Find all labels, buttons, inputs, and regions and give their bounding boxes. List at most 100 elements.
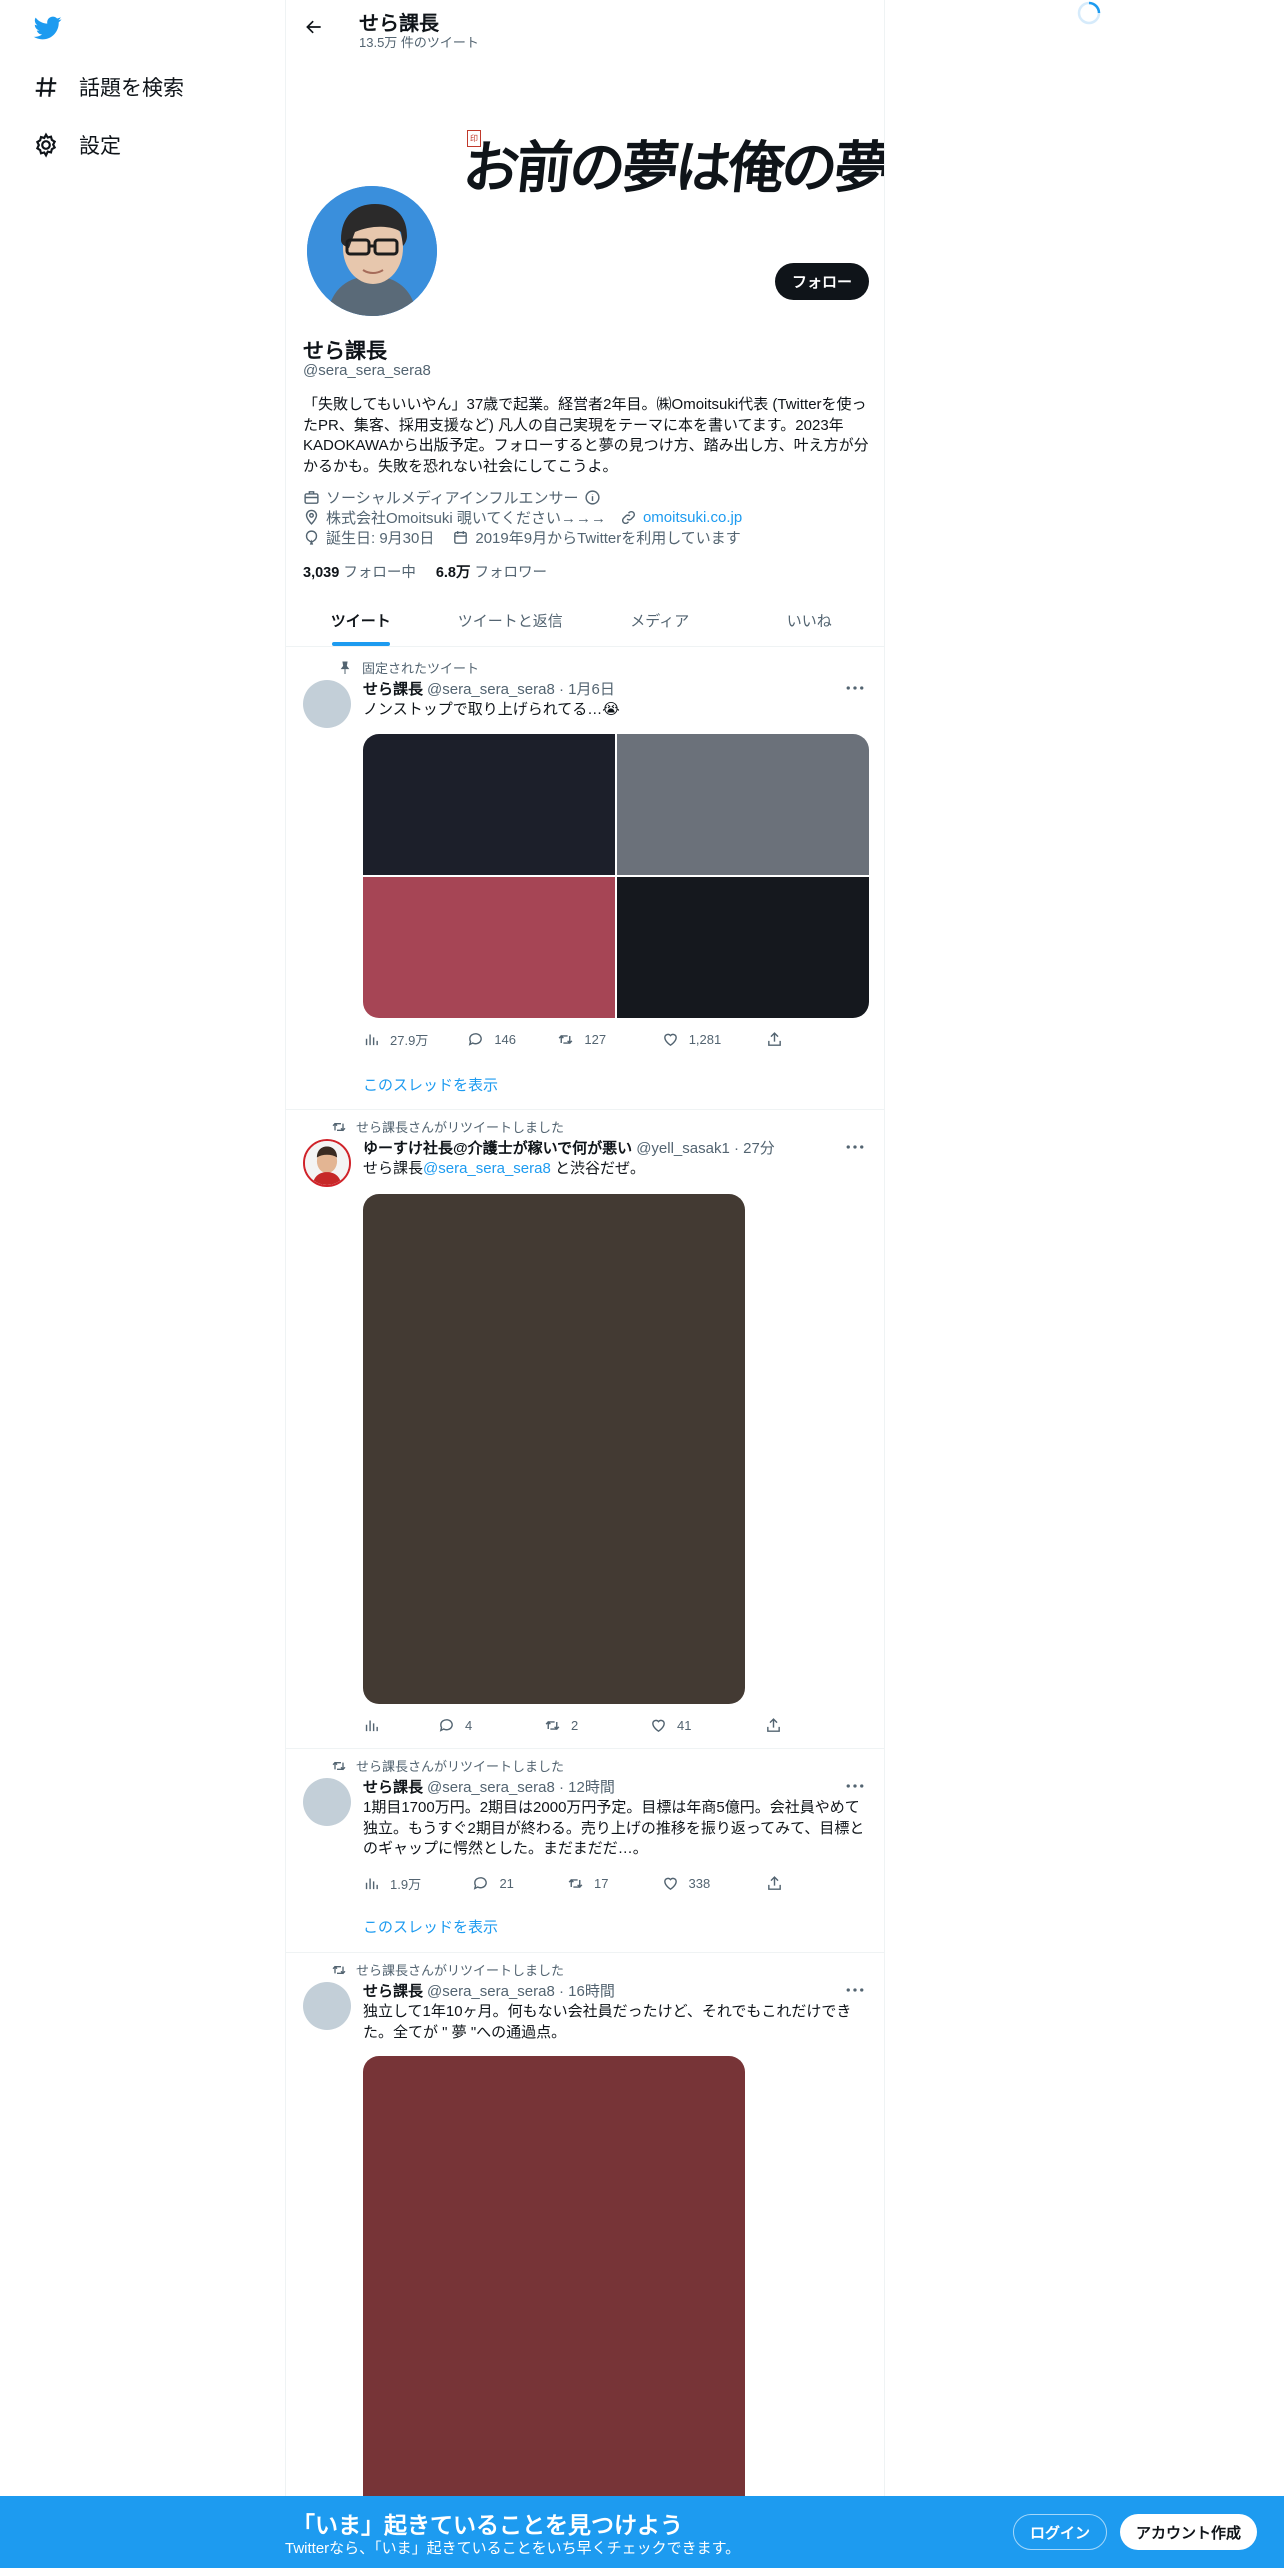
retweet-icon: [568, 1878, 583, 1889]
like-button[interactable]: 1,281: [662, 1030, 766, 1049]
profile-avatar[interactable]: [303, 182, 441, 320]
tab-media[interactable]: メディア: [585, 594, 735, 646]
tab-tweets-replies[interactable]: ツイートと返信: [436, 594, 586, 646]
followers-count: 6.8万: [435, 565, 471, 581]
profile-location-row: 株式会社Omoitsuki 覗いてください→→→ omoitsuki.co.jp: [303, 507, 742, 528]
back-arrow-icon: [306, 20, 321, 34]
mention-link[interactable]: @sera_sera_sera8: [423, 1160, 551, 1177]
avatar[interactable]: [303, 1982, 351, 2030]
tweet-text: 1期目1700万円。2期目は2000万円予定。目標は年商5億円。会社員やめて独立…: [363, 1799, 865, 1857]
author-handle-time[interactable]: @yell_sasak1 · 27分: [636, 1137, 775, 1158]
signup-button[interactable]: アカウント作成: [1120, 2514, 1258, 2550]
reply-button[interactable]: 146: [467, 1030, 557, 1049]
author-handle-time[interactable]: @sera_sera_sera8 · 16時間: [427, 1980, 615, 2001]
tweet-actions: 1.9万 21 17 338: [363, 1874, 783, 1893]
author-name[interactable]: せら課長: [363, 1980, 423, 2001]
retweet-button[interactable]: 127: [557, 1030, 661, 1049]
retweet-button[interactable]: 17: [567, 1874, 662, 1893]
tweet-retweet[interactable]: せら課長さんがリツイートしました せら課長 @sera_sera_sera8 ·…: [286, 1954, 884, 2568]
more-icon[interactable]: [844, 681, 866, 695]
social-context-label: せら課長さんがリツイートしました: [356, 1963, 565, 1978]
login-button[interactable]: ログイン: [1013, 2514, 1108, 2550]
views-button[interactable]: [363, 1717, 438, 1734]
author-name[interactable]: せら課長: [363, 678, 423, 699]
profile-column: せら課長 13.5万 件のツイート 印 お前の夢は俺の夢 フォロー せら課長 @…: [285, 0, 885, 2568]
show-thread-link[interactable]: このスレッドを表示: [363, 1074, 498, 1095]
author-handle-time[interactable]: @sera_sera_sera8 · 12時間: [427, 1776, 615, 1797]
back-button[interactable]: [299, 12, 329, 42]
nav-explore-label: 話題を検索: [79, 77, 184, 100]
follow-button[interactable]: フォロー: [774, 263, 869, 300]
tweet-text: せら課長@sera_sera_sera8 と渋谷だぜ。: [363, 1159, 869, 1180]
retweet-icon: [545, 1720, 560, 1731]
more-icon[interactable]: [844, 1779, 866, 1793]
hashtag-icon: [35, 77, 57, 97]
views-button[interactable]: 1.9万: [363, 1874, 472, 1893]
tweet-photo[interactable]: [617, 734, 869, 875]
author-handle-time[interactable]: @sera_sera_sera8 · 1月6日: [427, 678, 615, 699]
like-button[interactable]: 338: [662, 1874, 766, 1893]
link-icon: [621, 510, 635, 525]
tweet-text-prefix: せら課長: [363, 1160, 424, 1177]
tweet-photo[interactable]: [363, 877, 615, 1018]
retweet-icon: [559, 1034, 573, 1045]
pin-icon: [340, 661, 350, 674]
more-icon[interactable]: [844, 1140, 866, 1154]
tweet-header: せら課長 @sera_sera_sera8 · 16時間: [363, 1980, 615, 2001]
reply-button[interactable]: 21: [472, 1874, 567, 1893]
tweet-pinned[interactable]: 固定されたツイート せら課長 @sera_sera_sera8 · 1月6日 ノ…: [286, 648, 884, 1110]
nav-settings[interactable]: 設定: [33, 130, 121, 160]
retweet-button[interactable]: 2: [544, 1717, 650, 1734]
tweet-photo[interactable]: [363, 2056, 745, 2568]
joined-label: 2019年9月からTwitterを利用しています: [475, 530, 741, 547]
social-context-label: 固定されたツイート: [362, 661, 480, 676]
avatar[interactable]: [303, 1778, 351, 1826]
share-button[interactable]: [766, 1030, 783, 1049]
profile-handle: @sera_sera_sera8: [303, 362, 431, 379]
following-link[interactable]: 3,039 フォロー中: [303, 561, 416, 582]
following-label: フォロー中: [343, 565, 416, 581]
tab-tweets[interactable]: ツイート: [286, 594, 436, 646]
retweet-count: 2: [571, 1718, 579, 1733]
social-context-label: せら課長さんがリツイートしました: [356, 1759, 565, 1774]
more-icon[interactable]: [844, 1983, 866, 1997]
location-label: 株式会社Omoitsuki 覗いてください→→→: [326, 510, 606, 527]
share-icon: [768, 1032, 781, 1046]
avatar[interactable]: [303, 1139, 351, 1187]
tweet-photo[interactable]: [363, 1194, 745, 1704]
avatar-portrait: [307, 186, 437, 316]
tweet-header: ゆーすけ社長@介護士が稼いで何が悪い @yell_sasak1 · 27分: [363, 1137, 775, 1158]
reply-count: 4: [465, 1718, 473, 1733]
author-name[interactable]: せら課長: [363, 1776, 423, 1797]
tweet-count: 13.5万 件のツイート: [359, 35, 479, 50]
tweet-photo[interactable]: [363, 734, 615, 875]
tweet-retweet[interactable]: せら課長さんがリツイートしました ゆーすけ社長@介護士が稼いで何が悪い @yel…: [286, 1111, 884, 1749]
tab-likes[interactable]: いいね: [735, 594, 885, 646]
balloon-icon: [305, 530, 318, 545]
show-thread-link[interactable]: このスレッドを表示: [363, 1916, 498, 1937]
twitter-logo-icon[interactable]: [32, 14, 64, 42]
nav-explore[interactable]: 話題を検索: [33, 72, 184, 102]
views-count: 27.9万: [390, 1033, 429, 1048]
share-button[interactable]: [765, 1717, 782, 1734]
tweet-photo[interactable]: [617, 877, 869, 1018]
website-link[interactable]: omoitsuki.co.jp: [643, 509, 742, 526]
banner-calligraphy: お前の夢は俺の夢: [460, 135, 884, 201]
tweet-social-context: 固定されたツイート: [331, 658, 479, 677]
like-button[interactable]: 41: [650, 1717, 765, 1734]
heart-icon: [652, 1719, 665, 1733]
share-icon: [768, 1876, 781, 1890]
author-name[interactable]: ゆーすけ社長@介護士が稼いで何が悪い: [363, 1137, 632, 1158]
reply-button[interactable]: 4: [438, 1717, 544, 1734]
retweet-count: 17: [593, 1876, 609, 1891]
share-button[interactable]: [766, 1874, 783, 1893]
tweet-retweet[interactable]: せら課長さんがリツイートしました せら課長 @sera_sera_sera8 ·…: [286, 1750, 884, 1953]
avatar[interactable]: [303, 680, 351, 728]
followers-link[interactable]: 6.8万 フォロワー: [436, 561, 547, 582]
reply-count: 21: [499, 1876, 514, 1891]
info-icon[interactable]: [584, 489, 601, 506]
share-icon: [767, 1718, 780, 1732]
reply-icon: [469, 1033, 483, 1046]
follow-counts: 3,039 フォロー中 6.8万 フォロワー: [303, 561, 547, 582]
views-button[interactable]: 27.9万: [363, 1030, 467, 1049]
